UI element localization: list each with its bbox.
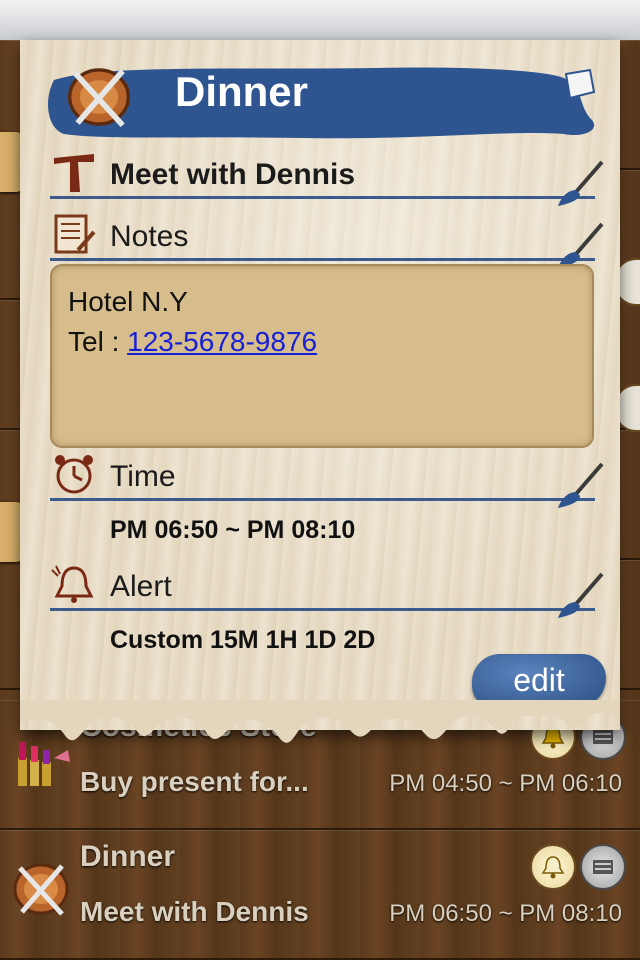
item-subtitle: Meet with Dennis (80, 896, 309, 927)
tel-prefix: Tel : (68, 326, 128, 357)
alert-bell-icon (51, 565, 94, 603)
alert-value: Custom 15M 1H 1D 2D (110, 626, 376, 654)
paint-bucket-icon[interactable] (556, 66, 600, 106)
item-subtitle: Buy present for... (80, 766, 309, 797)
brush-edit-icon[interactable] (554, 156, 606, 208)
time-label: Time (110, 460, 176, 493)
paper-drip-edge (20, 700, 620, 743)
popup-title: Dinner (175, 68, 309, 115)
brush-edit-icon[interactable] (554, 568, 606, 620)
alert-label: Alert (110, 570, 172, 603)
dinner-plate-icon (67, 68, 131, 128)
alert-bell-icon[interactable] (530, 844, 576, 890)
status-bar (0, 0, 640, 41)
notes-icon (54, 214, 96, 254)
divider (50, 608, 595, 611)
notes-phone-line: Tel : 123-5678-9876 (68, 326, 317, 358)
note-icon[interactable] (580, 844, 626, 890)
item-title: Dinner (80, 840, 176, 873)
subject-text: Meet with Dennis (110, 158, 356, 191)
alarm-clock-icon (55, 455, 93, 494)
time-value: PM 06:50 ~ PM 08:10 (110, 516, 356, 544)
notes-line: Hotel N.Y (68, 286, 188, 317)
item-time: PM 06:50 ~ PM 08:10 (389, 900, 622, 927)
notes-box[interactable]: Hotel N.Y Tel : 123-5678-9876 (50, 264, 594, 448)
brush-edit-icon[interactable] (554, 458, 606, 510)
event-detail-popup: Dinner Meet with Dennis Notes Hotel N.Y … (20, 40, 620, 730)
list-item[interactable]: Dinner Meet with Dennis PM 06:50 ~ PM 08… (0, 830, 640, 960)
divider (50, 196, 595, 199)
text-t-icon (54, 154, 94, 192)
divider (50, 258, 595, 261)
item-time: PM 04:50 ~ PM 06:10 (389, 770, 622, 797)
phone-link[interactable]: 123-5678-9876 (127, 326, 317, 357)
dinner-plate-icon (13, 863, 69, 916)
notes-label: Notes (110, 220, 189, 253)
divider (50, 498, 595, 501)
brush-edit-icon[interactable] (554, 218, 606, 270)
